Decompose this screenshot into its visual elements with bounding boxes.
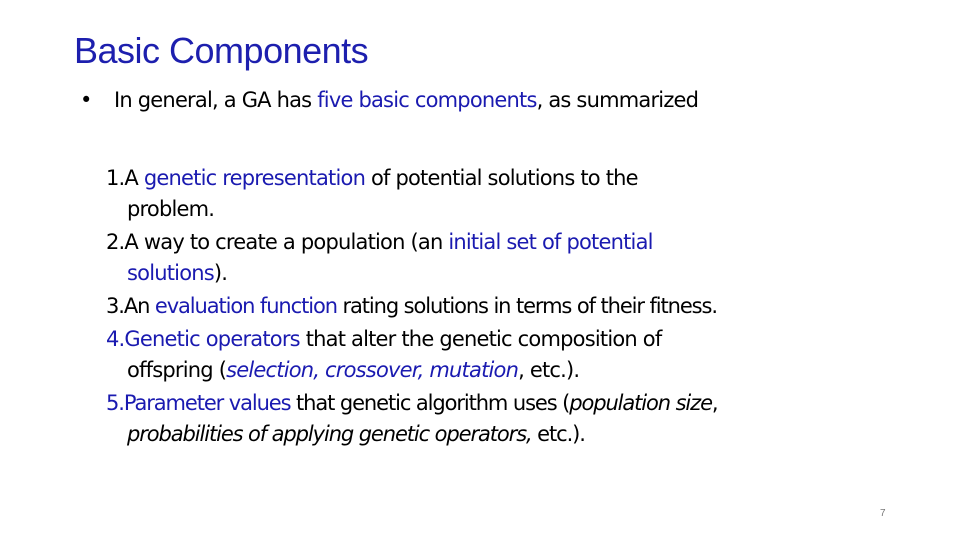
item-5-continuation: probabilities of applying genetic operat… <box>106 419 850 450</box>
list-item-1: 1.A genetic representation of potential … <box>106 163 850 225</box>
item-2-cont-highlight: solutions <box>127 261 215 285</box>
bullet-highlight: five basic components <box>317 88 537 112</box>
bullet-text-after: , as summarized <box>536 88 699 112</box>
item-2-continuation: solutions). <box>106 258 850 289</box>
item-5-cont-after: etc.). <box>531 422 586 446</box>
list-item-3: 3.An evaluation function rating solution… <box>106 291 850 322</box>
item-5-text: that genetic algorithm uses ( <box>290 391 570 415</box>
page-number: 7 <box>880 508 886 519</box>
item-1-text: of potential solutions to the <box>365 166 639 190</box>
item-5-italic: population size <box>569 391 713 415</box>
item-4-cont-after: , etc.). <box>518 358 580 382</box>
item-5-text2: , <box>711 391 719 415</box>
item-2-cont-after: ). <box>213 261 228 285</box>
item-2-text: 2.A way to create a population (an <box>106 230 449 254</box>
item-3-num: 3.An <box>106 294 155 318</box>
bullet-text-before: In general, a GA has <box>114 88 318 112</box>
item-3-highlight: evaluation function <box>154 294 338 318</box>
item-4-cont-before: offspring ( <box>127 358 227 382</box>
item-3-text: rating solutions in terms of their fitne… <box>336 294 718 318</box>
list-item-4: 4.Genetic operators that alter the genet… <box>106 324 850 386</box>
item-4-highlight: 4.Genetic operators <box>106 327 301 351</box>
item-1-continuation: problem. <box>127 197 215 221</box>
item-5-highlight: 5.Parameter values <box>106 391 292 415</box>
bullet-marker: • <box>80 88 92 112</box>
bullet-intro: • In general, a GA has five basic compone… <box>80 88 699 112</box>
item-4-cont-italic: selection, crossover, mutation <box>226 358 519 382</box>
item-1-highlight: genetic representation <box>143 166 366 190</box>
item-2-highlight: initial set of potential <box>448 230 653 254</box>
slide-title: Basic Components <box>74 30 369 71</box>
item-5-cont-italic: probabilities of applying genetic operat… <box>127 422 533 446</box>
list-item-5: 5.Parameter values that genetic algorith… <box>106 388 850 450</box>
components-list: 1.A genetic representation of potential … <box>106 163 850 452</box>
item-1-num: 1.A <box>106 166 144 190</box>
list-item-2: 2.A way to create a population (an initi… <box>106 227 850 289</box>
item-4-text: that alter the genetic composition of <box>299 327 663 351</box>
item-4-continuation: offspring (selection, crossover, mutatio… <box>106 355 850 386</box>
